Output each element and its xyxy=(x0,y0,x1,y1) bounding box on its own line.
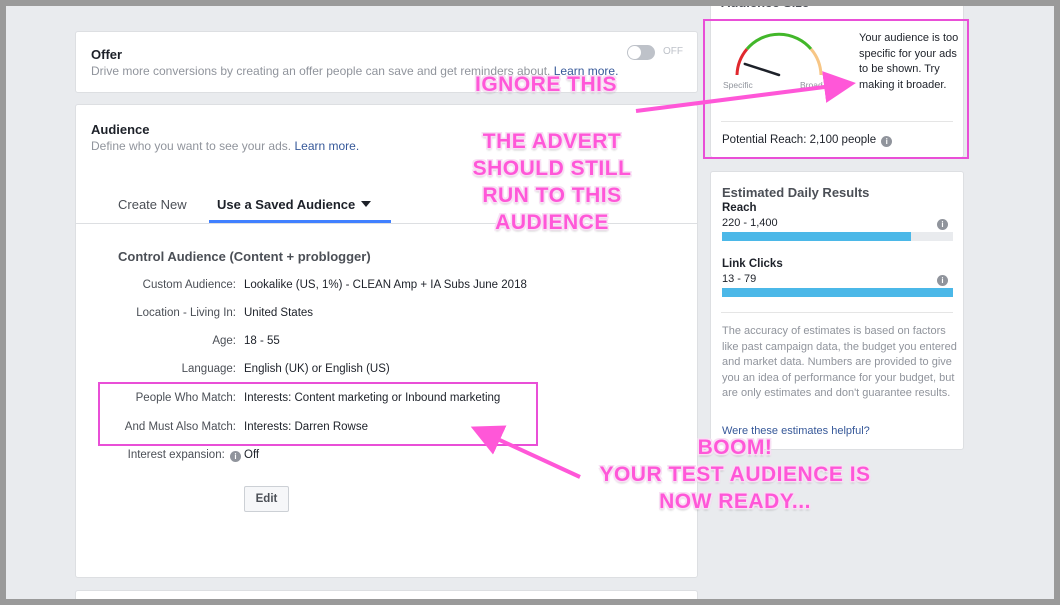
tab-create-new[interactable]: Create New xyxy=(118,197,187,212)
reach-bar-fill xyxy=(722,232,912,241)
audience-size-title: Audience Size xyxy=(721,0,810,10)
detail-value: English (UK) or English (US) xyxy=(244,363,390,375)
audience-subtitle: Define who you want to see your ads. xyxy=(91,139,292,153)
annotation-advert-should-still-run: THE ADVERT SHOULD STILL RUN TO THIS AUDI… xyxy=(458,128,646,236)
interest-expansion-label: Interest expansion: xyxy=(127,449,225,461)
offer-toggle-state: OFF xyxy=(663,46,683,57)
annotation-boom: BOOM! YOUR TEST AUDIENCE IS NOW READY... xyxy=(590,434,880,515)
annotation-ignore-this: IGNORE THIS xyxy=(475,73,618,96)
detail-row-language: Language: English (UK) or English (US) xyxy=(76,363,636,379)
info-icon[interactable]: i xyxy=(230,451,241,462)
audience-description: Define who you want to see your ads. Lea… xyxy=(91,139,359,153)
annotation-line: AUDIENCE xyxy=(495,211,609,234)
link-clicks-bar-fill xyxy=(722,288,953,297)
tab-use-saved-audience[interactable]: Use a Saved Audience xyxy=(217,197,372,212)
detail-row-custom-audience: Custom Audience: Lookalike (US, 1%) - CL… xyxy=(76,279,636,295)
detail-row-location: Location - Living In: United States xyxy=(76,307,636,323)
info-icon[interactable]: i xyxy=(937,219,948,230)
saved-audience-name: Control Audience (Content + problogger) xyxy=(118,249,371,264)
estimates-note: The accuracy of estimates is based on fa… xyxy=(722,325,957,399)
annotation-line: SHOULD STILL xyxy=(472,157,632,180)
caret-down-icon xyxy=(361,201,372,207)
offer-toggle[interactable] xyxy=(627,45,655,60)
detail-value: 18 - 55 xyxy=(244,335,280,347)
offer-title: Offer xyxy=(91,47,123,62)
detail-row-age: Age: 18 - 55 xyxy=(76,335,636,351)
detail-value: Off xyxy=(244,449,260,461)
detail-label: Age: xyxy=(212,335,236,347)
next-section-card xyxy=(75,590,698,605)
reach-label: Reach xyxy=(722,202,757,214)
audience-title: Audience xyxy=(91,122,150,137)
audience-learn-more-link[interactable]: Learn more. xyxy=(294,139,359,153)
annotation-line: YOUR TEST AUDIENCE IS xyxy=(599,463,871,486)
reach-bar xyxy=(722,232,953,241)
detail-label: Location - Living In: xyxy=(136,307,236,319)
divider xyxy=(721,312,953,313)
edit-audience-button[interactable]: Edit xyxy=(244,486,289,512)
highlight-box-interests xyxy=(98,382,538,446)
detail-label: Interest expansion: i xyxy=(128,449,241,462)
detail-label: Language: xyxy=(181,363,236,375)
highlight-box-audience-size xyxy=(703,19,969,159)
link-clicks-bar xyxy=(722,288,953,297)
detail-row-interest-expansion: Interest expansion: i Off xyxy=(76,449,636,465)
annotation-line: BOOM! xyxy=(697,436,773,459)
detail-value: Lookalike (US, 1%) - CLEAN Amp + IA Subs… xyxy=(244,279,527,291)
link-clicks-label: Link Clicks xyxy=(722,258,783,270)
annotation-line: NOW READY... xyxy=(659,490,811,513)
detail-label: Custom Audience: xyxy=(142,279,236,291)
estimated-daily-results-panel: Estimated Daily Results Reach 220 - 1,40… xyxy=(710,171,964,450)
reach-value: 220 - 1,400 xyxy=(722,217,778,229)
daily-results-title: Estimated Daily Results xyxy=(722,185,870,200)
toggle-knob xyxy=(628,46,641,59)
detail-value: United States xyxy=(244,307,314,319)
link-clicks-value: 13 - 79 xyxy=(722,273,757,285)
annotation-line: RUN TO THIS xyxy=(482,184,622,207)
annotation-line: THE ADVERT xyxy=(482,130,622,153)
active-tab-indicator xyxy=(209,220,391,223)
tab-saved-audience-label: Use a Saved Audience xyxy=(217,197,356,212)
info-icon[interactable]: i xyxy=(937,275,948,286)
